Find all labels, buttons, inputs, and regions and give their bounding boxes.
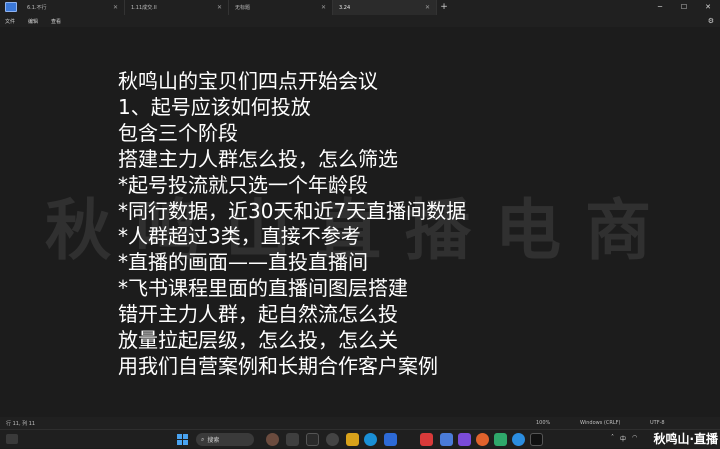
edge-browser-icon[interactable] (364, 433, 377, 446)
avatar-app-icon[interactable] (266, 433, 279, 446)
tab-label: 无标题 (235, 5, 251, 11)
wifi-icon[interactable]: ◠ (632, 434, 637, 443)
line-ending[interactable]: Windows (CRLF) (580, 420, 650, 426)
tiktok-icon[interactable] (530, 433, 543, 446)
system-tray: ˄ 中 ◠ (611, 434, 637, 443)
tab-1[interactable]: 6.1.不行 ✕ (21, 0, 125, 15)
document-line: *直播的画面——直投直播间 (118, 250, 368, 275)
text-editor-area[interactable]: 秋鸣山直播电商 秋鸣山的宝贝们四点开始会议 1、起号应该如何投放 包含三个阶段 … (0, 27, 720, 417)
tab-label: 3.24 (339, 4, 351, 11)
document-line: 1、起号应该如何投放 (118, 94, 311, 119)
settings-gear-icon[interactable]: ⚙ (708, 17, 714, 25)
task-view-icon[interactable] (286, 433, 299, 446)
zoom-level[interactable]: 100% (536, 420, 580, 426)
document-line: *起号投流就只选一个年龄段 (118, 172, 368, 197)
widgets-icon[interactable] (6, 434, 18, 444)
app-icon[interactable] (384, 433, 397, 446)
start-windows-icon[interactable] (177, 434, 188, 445)
new-tab-button[interactable]: + (437, 0, 451, 15)
document-line: 秋鸣山的宝贝们四点开始会议 (118, 69, 378, 93)
file-explorer-icon[interactable] (346, 433, 359, 446)
title-bar: 6.1.不行 ✕ 1.11成交.II ✕ 无标题 ✕ 3.24 ✕ + ─ ☐ … (0, 0, 720, 15)
taskbar-search[interactable]: ⌕ 搜索 (196, 433, 254, 446)
document-line: 搭建主力人群怎么投，怎么筛选 (118, 146, 398, 171)
search-icon: ⌕ (201, 435, 205, 443)
input-language[interactable]: 中 (620, 434, 626, 443)
menu-file[interactable]: 文件 (5, 18, 15, 25)
app-icon[interactable] (440, 433, 453, 446)
document-line: *飞书课程里面的直播间图层搭建 (118, 276, 408, 301)
tab-2[interactable]: 1.11成交.II ✕ (125, 0, 229, 15)
app-icon[interactable] (306, 433, 319, 446)
cursor-position: 行 11, 列 11 (6, 420, 36, 427)
app-icon[interactable] (420, 433, 433, 446)
close-tab-icon[interactable]: ✕ (113, 4, 118, 11)
search-label: 搜索 (207, 437, 220, 444)
status-bar: 行 11, 列 11 100% Windows (CRLF) UTF-8 (0, 417, 720, 429)
close-window-icon[interactable]: ✕ (696, 0, 720, 15)
document-line: 放量拉起层级，怎么投，怎么关 (118, 328, 398, 353)
document-line: 包含三个阶段 (118, 120, 238, 145)
app-icon[interactable] (458, 433, 471, 446)
app-icon[interactable] (512, 433, 525, 446)
document-text[interactable]: 秋鸣山的宝贝们四点开始会议 1、起号应该如何投放 包含三个阶段 搭建主力人群怎么… (118, 69, 678, 380)
close-tab-icon[interactable]: ✕ (425, 4, 430, 11)
brand-watermark: 秋鸣山·直播 (651, 430, 720, 449)
document-line: 错开主力人群，起自然流怎么投 (118, 302, 398, 327)
minimize-icon[interactable]: ─ (648, 0, 672, 15)
taskbar: ⌕ 搜索 ˄ 中 ◠ 秋鸣山·直播 (0, 429, 720, 449)
encoding[interactable]: UTF-8 (650, 420, 720, 426)
menu-view[interactable]: 查看 (51, 18, 61, 25)
close-tab-icon[interactable]: ✕ (217, 4, 222, 11)
document-line: 用我们自营案例和长期合作客户案例 (118, 353, 438, 378)
tab-label: 6.1.不行 (27, 5, 47, 11)
chevron-up-icon[interactable]: ˄ (611, 434, 614, 443)
document-line: *人群超过3类，直接不参考 (118, 224, 361, 249)
notepad-app-icon (5, 2, 17, 12)
window-controls: ─ ☐ ✕ (648, 0, 720, 15)
maximize-icon[interactable]: ☐ (672, 0, 696, 15)
chrome-icon[interactable] (476, 433, 489, 446)
document-line: *同行数据，近30天和近7天直播间数据 (118, 198, 467, 223)
menu-edit[interactable]: 编辑 (28, 18, 38, 25)
tab-3[interactable]: 无标题 ✕ (229, 0, 333, 15)
tab-label: 1.11成交.II (131, 5, 157, 11)
close-tab-icon[interactable]: ✕ (321, 4, 326, 11)
app-icon[interactable] (494, 433, 507, 446)
app-icon[interactable] (326, 433, 339, 446)
tab-4-active[interactable]: 3.24 ✕ (333, 0, 437, 15)
menu-bar: 文件 编辑 查看 ⚙ (0, 15, 720, 27)
